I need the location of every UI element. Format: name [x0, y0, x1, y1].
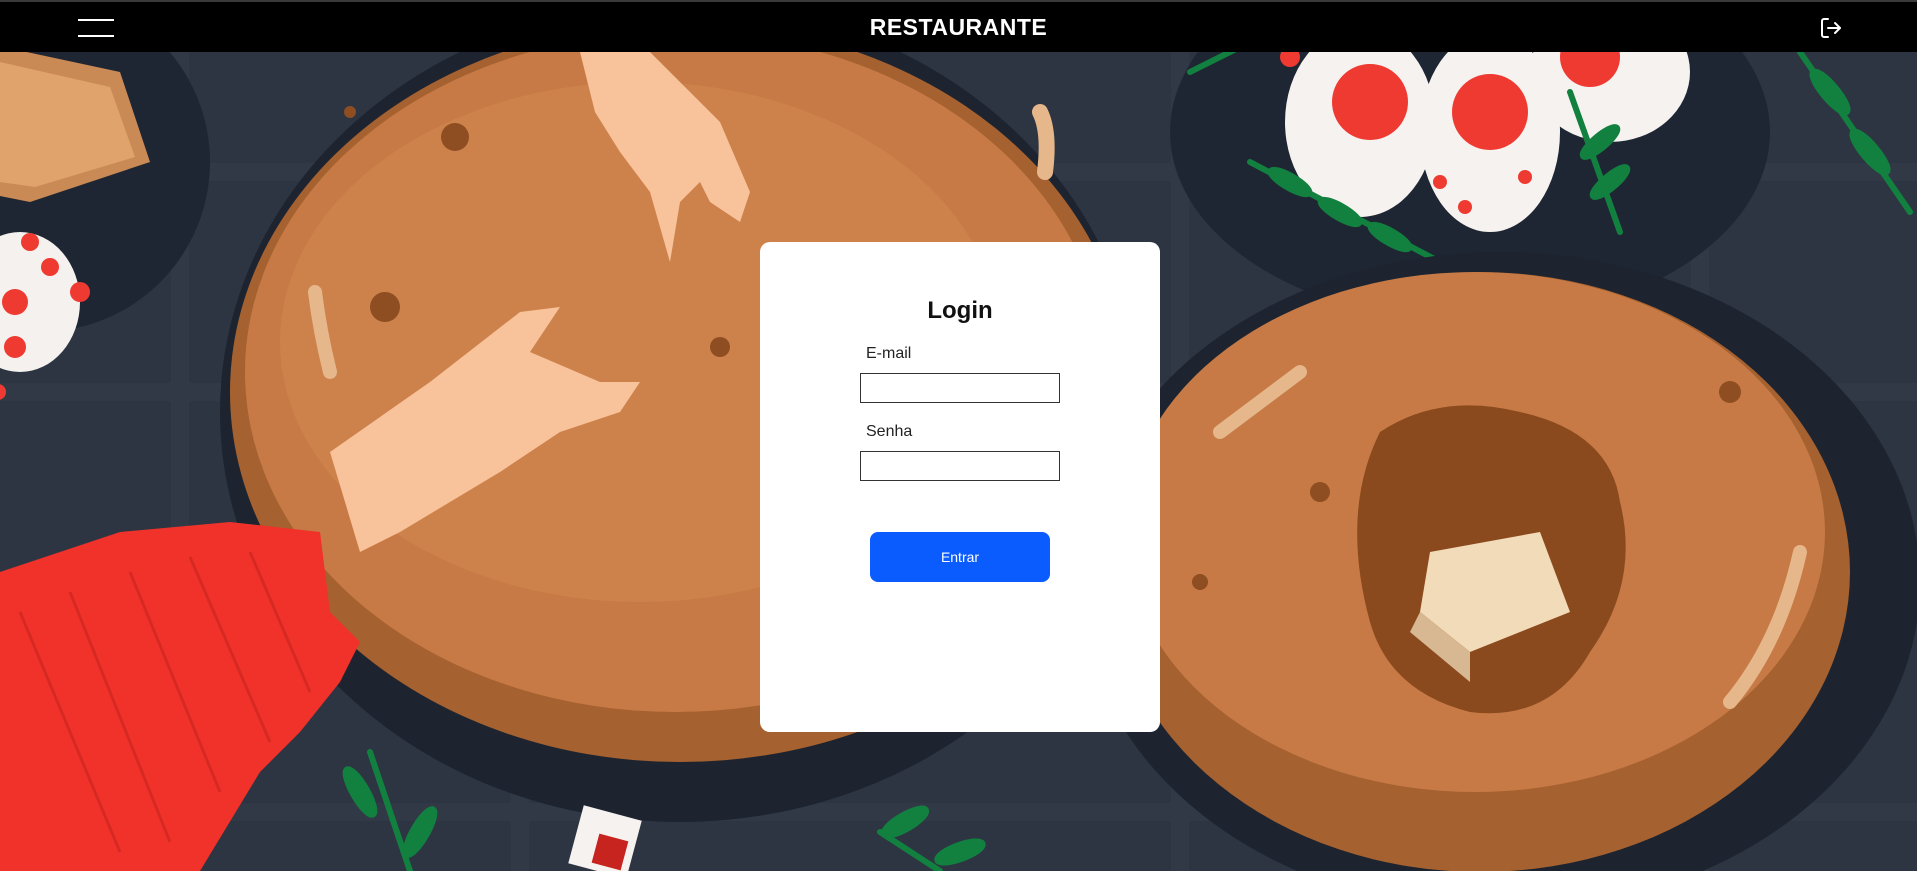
login-submit-button[interactable]: Entrar: [870, 532, 1050, 582]
logout-icon: [1821, 18, 1841, 38]
password-field[interactable]: [860, 451, 1060, 481]
login-card: Login E-mail Senha Entrar: [760, 242, 1160, 732]
email-label: E-mail: [866, 345, 912, 362]
logout-button[interactable]: [1819, 16, 1843, 40]
login-title: Login: [927, 297, 993, 324]
app-title: RESTAURANTE: [869, 14, 1048, 40]
password-label: Senha: [866, 423, 913, 440]
email-field[interactable]: [860, 373, 1060, 403]
top-nav-bar: RESTAURANTE: [0, 0, 1917, 52]
